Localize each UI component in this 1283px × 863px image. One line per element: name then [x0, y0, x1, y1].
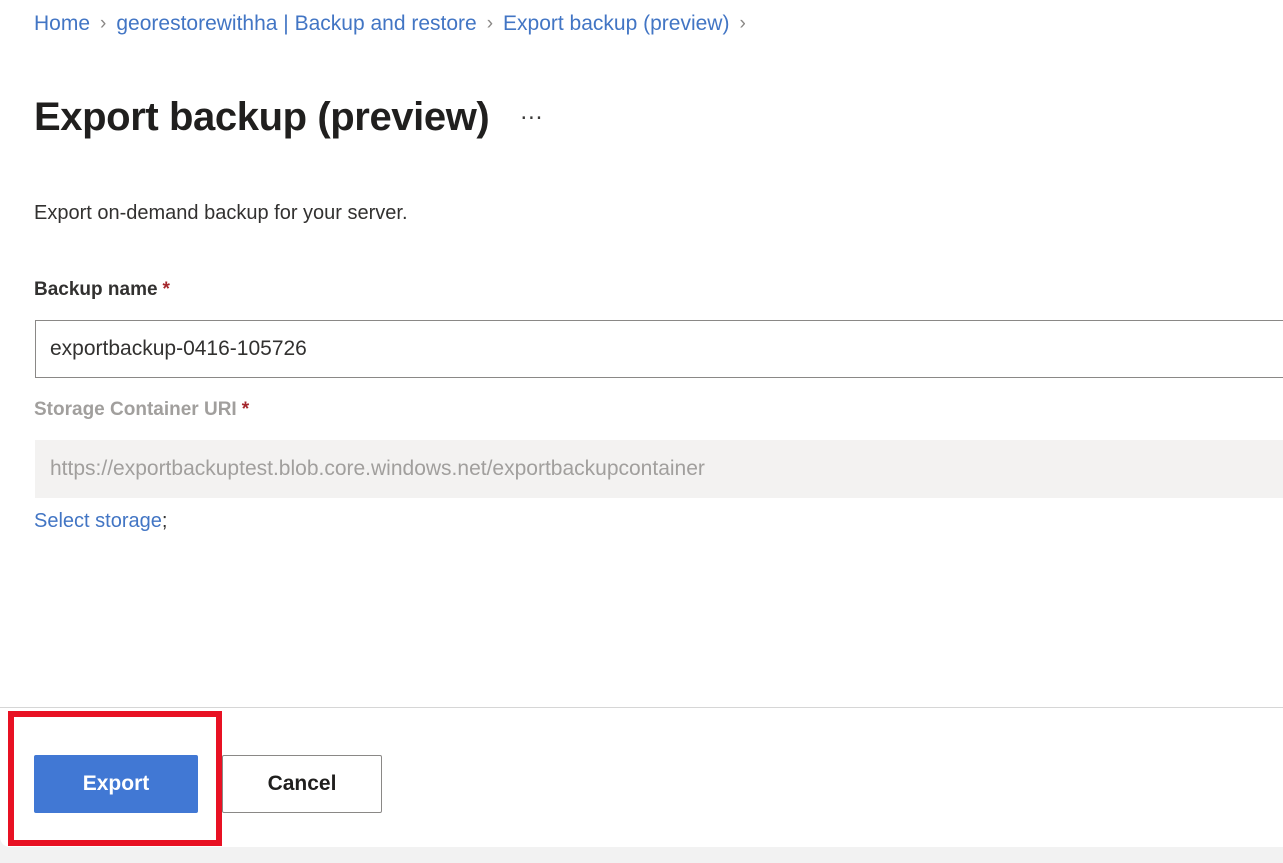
chevron-right-icon: ›	[487, 10, 493, 38]
backup-name-label-text: Backup name	[34, 279, 158, 300]
backup-name-input[interactable]	[35, 320, 1283, 378]
chevron-right-icon: ›	[739, 10, 745, 38]
cancel-button[interactable]: Cancel	[222, 755, 382, 813]
footer-divider	[0, 707, 1283, 708]
storage-container-uri-input	[35, 440, 1283, 498]
select-storage-row: Select storage;	[34, 507, 167, 535]
chevron-right-icon: ›	[100, 10, 106, 38]
intro-text: Export on-demand backup for your server.	[34, 199, 408, 227]
export-button[interactable]: Export	[34, 755, 198, 813]
export-backup-blade: Home › georestorewithha | Backup and res…	[0, 0, 1283, 847]
backup-name-label: Backup name*	[34, 277, 170, 303]
breadcrumb-item-home[interactable]: Home	[34, 10, 90, 38]
breadcrumb-item-georestorewithha-backup-and-restore[interactable]: georestorewithha | Backup and restore	[116, 10, 476, 38]
select-storage-link[interactable]: Select storage	[34, 510, 162, 532]
required-asterisk: *	[163, 279, 170, 300]
more-options-icon[interactable]: …	[515, 102, 549, 132]
title-row: Export backup (preview) …	[34, 63, 549, 171]
storage-container-uri-label-text: Storage Container URI	[34, 399, 237, 420]
breadcrumb: Home › georestorewithha | Backup and res…	[34, 10, 756, 38]
storage-container-uri-label: Storage Container URI*	[34, 397, 249, 423]
breadcrumb-item-export-backup-preview[interactable]: Export backup (preview)	[503, 10, 729, 38]
select-storage-suffix: ;	[162, 510, 168, 532]
page-title: Export backup (preview)	[34, 90, 489, 144]
required-asterisk: *	[242, 399, 249, 420]
